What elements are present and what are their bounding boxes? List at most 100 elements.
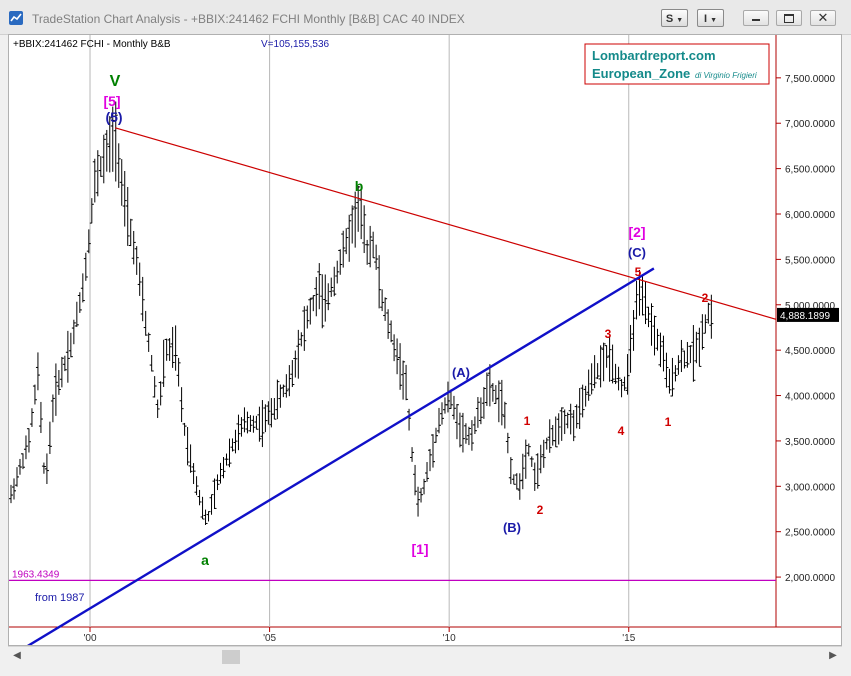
price-bar <box>565 412 570 429</box>
maximize-icon <box>784 14 794 23</box>
price-bar <box>395 338 400 375</box>
price-bar <box>634 280 639 320</box>
horizontal-scrollbar[interactable]: ◀ ▶ <box>8 646 842 667</box>
price-bar <box>26 428 31 453</box>
price-bar <box>463 423 468 444</box>
price-bar <box>401 360 406 400</box>
s-button-label: S <box>665 13 674 25</box>
x-tick-label: '00 <box>83 633 96 644</box>
price-bar <box>137 262 142 296</box>
price-bar <box>490 383 495 402</box>
price-bar <box>691 325 696 382</box>
price-bar <box>499 379 504 426</box>
price-bar <box>553 416 558 448</box>
price-bar <box>197 489 202 506</box>
price-bar <box>320 274 325 329</box>
price-bar <box>428 448 433 472</box>
price-bar <box>505 432 510 454</box>
wave-label: 4 <box>618 424 625 438</box>
price-bar <box>676 355 681 375</box>
price-bar <box>167 338 172 361</box>
scroll-thumb[interactable] <box>222 650 240 664</box>
price-bar <box>544 437 549 450</box>
price-bar <box>598 345 603 388</box>
price-bar <box>134 246 139 275</box>
price-bar <box>170 326 175 368</box>
price-bar <box>532 462 537 491</box>
scroll-right-arrow-icon[interactable]: ▶ <box>826 649 840 663</box>
price-bar <box>203 509 208 526</box>
minimize-button[interactable] <box>743 10 769 26</box>
price-bar <box>667 368 672 394</box>
price-bar <box>194 476 199 496</box>
price-bar <box>631 310 636 351</box>
y-tick-label: 7,500.0000 <box>785 74 835 85</box>
price-bar <box>377 255 382 309</box>
price-bar <box>83 252 88 281</box>
price-bar <box>658 332 663 368</box>
close-button[interactable]: ✕ <box>810 10 836 26</box>
i-dropdown-button[interactable]: I ▼ <box>697 9 724 27</box>
y-tick-label: 3,500.0000 <box>785 437 835 448</box>
price-bar <box>35 352 40 391</box>
price-bar <box>152 376 157 398</box>
window-titlebar: TradeStation Chart Analysis - +BBIX:2414… <box>0 0 851 35</box>
price-bar <box>218 462 223 484</box>
chart-panel[interactable]: '00 '05 '10 '15 2,000.0000 2,500.0000 3,000.00… <box>8 34 842 658</box>
brand-box: Lombardreport.com European_Zone di Virgini… <box>584 43 770 85</box>
price-bar <box>613 363 618 385</box>
price-bar <box>119 159 124 206</box>
price-bar <box>224 453 229 466</box>
price-bar <box>466 426 471 446</box>
price-bar <box>529 456 534 467</box>
y-tick-label: 3,000.0000 <box>785 482 835 493</box>
price-bar <box>104 129 109 172</box>
price-bar <box>77 292 82 313</box>
price-bar <box>131 230 136 265</box>
price-bar <box>173 325 178 371</box>
price-bar <box>694 331 699 364</box>
price-bar <box>161 339 166 387</box>
price-bar <box>607 335 612 382</box>
price-bar <box>293 350 298 378</box>
price-bar <box>95 150 100 197</box>
wave-label: 5 <box>635 265 642 279</box>
price-bar <box>413 464 418 496</box>
price-bar <box>14 467 19 487</box>
price-bar <box>179 387 184 423</box>
price-bar <box>550 424 555 446</box>
price-bar <box>514 473 519 490</box>
price-bar <box>583 385 588 407</box>
price-bar <box>245 411 250 434</box>
price-bar <box>122 170 127 227</box>
s-dropdown-button[interactable]: S ▼ <box>661 9 688 27</box>
scroll-left-arrow-icon[interactable]: ◀ <box>10 649 24 663</box>
price-bar <box>652 315 657 356</box>
price-bar <box>362 205 367 254</box>
price-bar <box>281 384 286 398</box>
price-bar <box>155 399 160 419</box>
price-bar <box>706 302 711 324</box>
brand-line1: Lombardreport.com <box>592 48 716 63</box>
window-title: TradeStation Chart Analysis - +BBIX:2414… <box>32 12 465 26</box>
wave-label: [5] <box>103 93 120 109</box>
price-bar <box>329 277 334 297</box>
from-1987-label: from 1987 <box>35 592 85 604</box>
price-bar <box>697 327 702 367</box>
support-level-label: 1963.4349 <box>12 569 60 580</box>
price-bar <box>478 397 483 425</box>
price-bar <box>128 218 133 247</box>
price-bar <box>410 447 415 462</box>
price-chart[interactable]: '00 '05 '10 '15 2,000.0000 2,500.0000 3,000.00… <box>9 35 841 658</box>
price-bar <box>116 143 121 188</box>
price-bar <box>431 434 436 468</box>
x-tick-label: '15 <box>622 633 635 644</box>
price-bar <box>92 158 97 203</box>
price-bar <box>353 191 358 248</box>
maximize-button[interactable] <box>776 10 802 26</box>
y-tick-label: 5,500.0000 <box>785 255 835 266</box>
price-bar <box>586 369 591 401</box>
price-bar <box>538 444 543 474</box>
price-bar <box>673 365 678 382</box>
price-bar <box>38 401 43 434</box>
